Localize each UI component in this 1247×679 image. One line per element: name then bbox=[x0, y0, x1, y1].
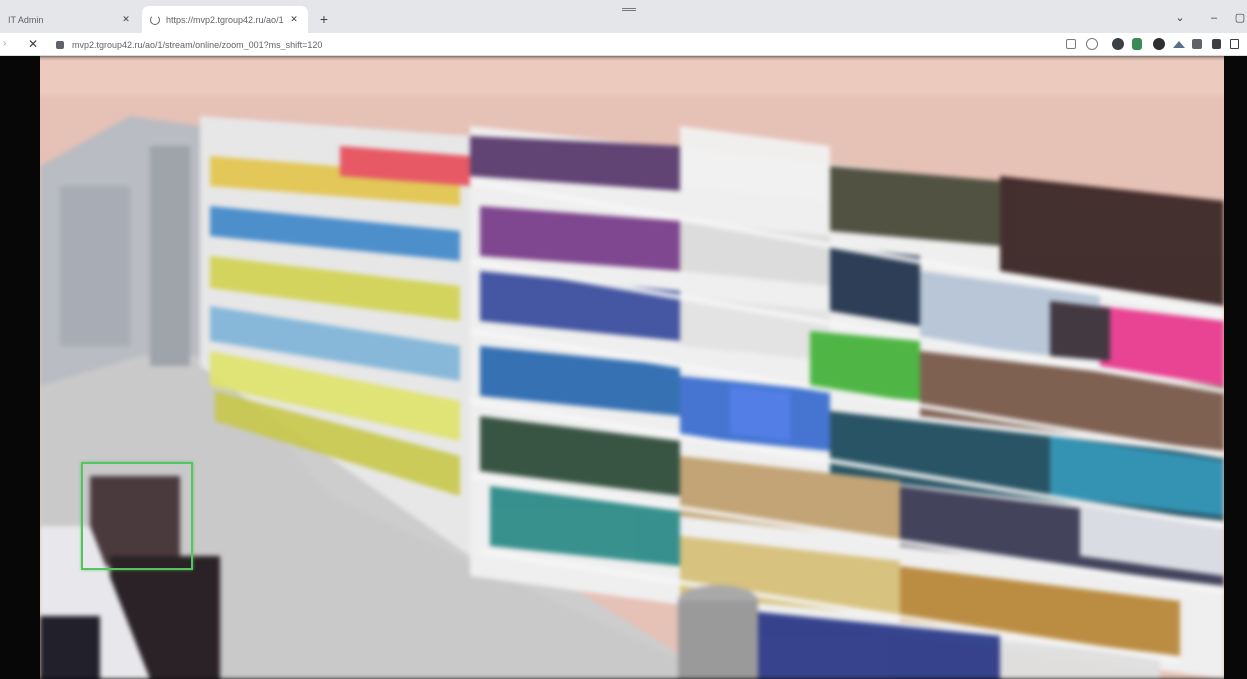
new-tab-button[interactable]: + bbox=[314, 9, 334, 29]
window-drag-handle[interactable] bbox=[622, 8, 636, 11]
puzzle-icon[interactable] bbox=[1192, 39, 1202, 49]
extension-icon[interactable] bbox=[1153, 38, 1165, 50]
loading-spinner-icon bbox=[150, 14, 160, 25]
tab-stream[interactable]: https://mvp2.tgroup42.ru/ao/1 ✕ bbox=[142, 6, 308, 33]
tab-label: https://mvp2.tgroup42.ru/ao/1 bbox=[166, 14, 284, 25]
address-bar[interactable] bbox=[50, 35, 1060, 54]
extension-icon[interactable] bbox=[1132, 38, 1142, 50]
person-detection-box bbox=[81, 462, 193, 570]
extension-icon[interactable] bbox=[1173, 38, 1185, 50]
close-icon[interactable]: ✕ bbox=[120, 14, 132, 25]
url-input[interactable] bbox=[72, 39, 572, 50]
video-player[interactable] bbox=[0, 56, 1247, 679]
sidebar-icon[interactable] bbox=[1230, 39, 1239, 49]
tab-search-icon[interactable]: ⌄ bbox=[1171, 9, 1189, 27]
close-icon[interactable]: ✕ bbox=[288, 14, 300, 25]
browser-toolbar: › ✕ bbox=[0, 33, 1247, 56]
tab-it-admin[interactable]: IT Admin ✕ bbox=[0, 6, 140, 33]
zoom-icon[interactable] bbox=[1086, 38, 1098, 50]
share-icon[interactable] bbox=[1066, 39, 1076, 49]
profile-icon[interactable] bbox=[1212, 39, 1221, 49]
forward-icon[interactable]: › bbox=[3, 37, 15, 51]
store-scene-image bbox=[0, 56, 1247, 679]
extension-icon[interactable] bbox=[1112, 38, 1124, 50]
maximize-button[interactable]: ▢ bbox=[1231, 9, 1247, 27]
minimize-button[interactable]: – bbox=[1205, 9, 1223, 27]
camera-frame bbox=[0, 56, 1247, 679]
tab-strip: IT Admin ✕ https://mvp2.tgroup42.ru/ao/1… bbox=[0, 0, 1247, 33]
site-info-icon[interactable] bbox=[56, 40, 64, 49]
letterbox-left bbox=[0, 56, 40, 679]
tab-label: IT Admin bbox=[8, 14, 44, 25]
stop-loading-button[interactable]: ✕ bbox=[26, 36, 40, 52]
letterbox-right bbox=[1224, 56, 1247, 679]
